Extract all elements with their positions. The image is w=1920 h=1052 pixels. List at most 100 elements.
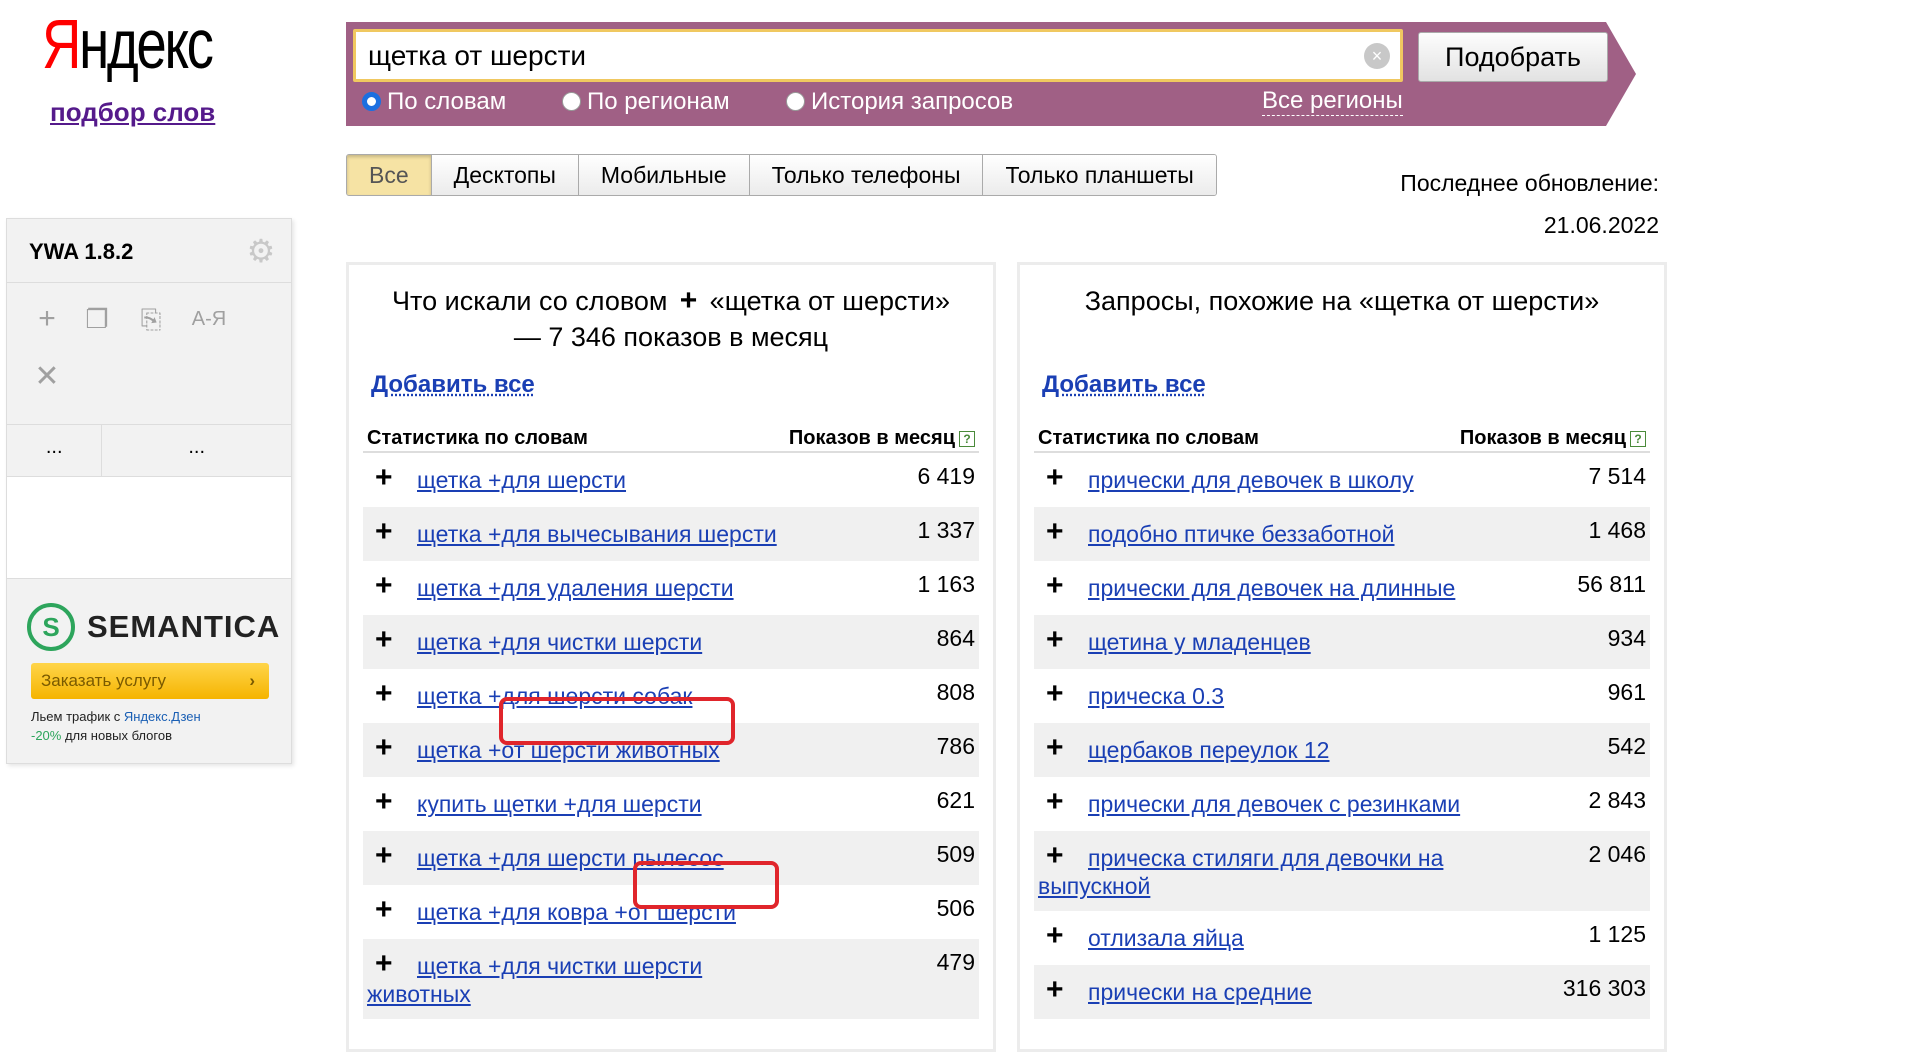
left-table-header: Статистика по словам Показов в месяц? (363, 419, 979, 453)
promo-note: Льем трафик с Яндекс.Дзен -20% для новых… (31, 709, 201, 743)
table-row: + купить щетки +для шерсти 621 (363, 777, 979, 831)
device-tabs: Все Десктопы Мобильные Только телефоны Т… (346, 154, 1217, 196)
phrase-link[interactable]: прически для девочек в школу (1038, 466, 1468, 494)
add-phrase-icon[interactable]: + (375, 841, 393, 871)
table-row: + щетка +для вычесывания шерсти 1 337 (363, 507, 979, 561)
add-phrase-icon[interactable]: + (1046, 841, 1064, 871)
phrase-link[interactable]: прическа стиляги для девочки на выпускно… (1038, 844, 1468, 900)
impressions-count: 808 (936, 679, 975, 705)
phrase-link[interactable]: прически на средние (1038, 978, 1468, 1006)
add-phrase-icon[interactable]: + (1046, 463, 1064, 493)
add-phrase-icon[interactable]: + (375, 517, 393, 547)
impressions-count: 506 (936, 895, 975, 921)
help-icon[interactable]: ? (959, 431, 975, 447)
add-icon[interactable]: + (29, 301, 65, 337)
phrase-link[interactable]: щетина у младенцев (1038, 628, 1468, 656)
radio-off-icon (786, 92, 805, 111)
phrase-link[interactable]: щетка +для вычесывания шерсти (367, 520, 797, 548)
ywa-panel: YWA 1.8.2 ⚙ + ❐ ⎘ A-Я ✕ ... ... S SEMANT… (6, 218, 292, 764)
add-phrase-icon[interactable]: + (375, 787, 393, 817)
semantica-brand: SEMANTICA (87, 609, 281, 644)
help-icon[interactable]: ? (1630, 431, 1646, 447)
table-row: + прически для девочек в школу 7 514 (1034, 453, 1650, 507)
impressions-count: 316 303 (1562, 975, 1646, 1001)
impressions-count: 864 (936, 625, 975, 651)
wordstat-link[interactable]: подбор слов (50, 97, 215, 128)
impressions-count: 934 (1607, 625, 1646, 651)
tab-desktops[interactable]: Десктопы (431, 155, 579, 195)
clear-icon[interactable]: × (1364, 43, 1390, 69)
table-row: + щетка +для шерсти 6 419 (363, 453, 979, 507)
radio-by-regions[interactable]: По регионам (562, 88, 730, 116)
tab-mobile[interactable]: Мобильные (578, 155, 750, 195)
ywa-word-list (7, 477, 291, 579)
highlight-annotation (499, 697, 735, 745)
export-icon[interactable]: ⎘ (133, 301, 169, 337)
phrase-link[interactable]: прически для девочек на длинные (1038, 574, 1468, 602)
table-row: + прическа 0.3 961 (1034, 669, 1650, 723)
impressions-count: 479 (936, 949, 975, 975)
sort-az-icon[interactable]: A-Я (185, 301, 233, 337)
impressions-count: 961 (1607, 679, 1646, 705)
copy-icon[interactable]: ❐ (79, 301, 115, 337)
phrase-link[interactable]: отлизала яйца (1038, 924, 1468, 952)
gear-icon[interactable]: ⚙ (245, 235, 277, 267)
phrase-link[interactable]: щербаков переулок 12 (1038, 736, 1468, 764)
impressions-count: 2 843 (1588, 787, 1646, 813)
right-add-all-link[interactable]: Добавить все (1042, 371, 1664, 399)
phrase-link[interactable]: купить щетки +для шерсти (367, 790, 797, 818)
chevron-right-icon: › (249, 671, 255, 690)
ywa-col-1[interactable]: ... (7, 425, 103, 476)
table-row: + прически для девочек на длинные 56 811 (1034, 561, 1650, 615)
submit-button[interactable]: Подобрать (1418, 32, 1608, 82)
close-icon[interactable]: ✕ (29, 359, 65, 395)
add-phrase-icon[interactable]: + (1046, 975, 1064, 1005)
order-service-button[interactable]: Заказать услугу › (31, 663, 269, 699)
add-phrase-icon[interactable]: + (1046, 733, 1064, 763)
tab-phones[interactable]: Только телефоны (749, 155, 984, 195)
add-phrase-icon[interactable]: + (375, 625, 393, 655)
add-phrase-icon[interactable]: + (1046, 679, 1064, 709)
phrase-link[interactable]: щетка +для чистки шерсти животных (367, 952, 797, 1008)
tab-all[interactable]: Все (347, 155, 432, 195)
table-row: + прически для девочек с резинками 2 843 (1034, 777, 1650, 831)
add-phrase-icon[interactable]: + (1046, 517, 1064, 547)
add-phrase-icon[interactable]: + (375, 949, 393, 979)
add-phrase-icon[interactable]: + (375, 679, 393, 709)
impressions-count: 1 125 (1588, 921, 1646, 947)
right-table-body: + прически для девочек в школу 7 514 + подоб… (1020, 453, 1664, 1019)
phrase-link[interactable]: щетка +для удаления шерсти (367, 574, 797, 602)
right-table-header: Статистика по словам Показов в месяц? (1034, 419, 1650, 453)
highlight-annotation (633, 861, 779, 909)
add-phrase-icon[interactable]: + (1046, 571, 1064, 601)
add-phrase-icon[interactable]: + (375, 571, 393, 601)
impressions-count: 1 337 (917, 517, 975, 543)
add-phrase-icon[interactable]: + (375, 733, 393, 763)
right-panel-title: Запросы, похожие на «щетка от шерсти» (1084, 286, 1600, 316)
add-phrase-icon[interactable]: + (1046, 625, 1064, 655)
tab-tablets[interactable]: Только планшеты (983, 155, 1216, 195)
ywa-col-2[interactable]: ... (102, 425, 291, 476)
phrase-link[interactable]: прически для девочек с резинками (1038, 790, 1468, 818)
table-row: + щербаков переулок 12 542 (1034, 723, 1650, 777)
add-phrase-icon[interactable]: + (375, 895, 393, 925)
all-regions-link[interactable]: Все регионы (1262, 87, 1403, 116)
yandex-logo[interactable]: Яндекс (42, 4, 214, 84)
phrase-link[interactable]: щетка +для чистки шерсти (367, 628, 797, 656)
phrase-link[interactable]: прическа 0.3 (1038, 682, 1468, 710)
phrase-link[interactable]: щетка +для шерсти (367, 466, 797, 494)
add-phrase-icon[interactable]: + (1046, 921, 1064, 951)
radio-off-icon (562, 92, 581, 111)
search-field: × (353, 29, 1403, 82)
search-input[interactable] (366, 38, 1346, 74)
semantica-promo[interactable]: S SEMANTICA Заказать услугу › Льем трафик… (7, 579, 291, 759)
impressions-count: 1 468 (1588, 517, 1646, 543)
radio-history[interactable]: История запросов (786, 88, 1013, 116)
table-row: + щетина у младенцев 934 (1034, 615, 1650, 669)
left-add-all-link[interactable]: Добавить все (371, 371, 993, 399)
add-phrase-icon[interactable]: + (375, 463, 393, 493)
phrase-link[interactable]: подобно птичке беззаботной (1038, 520, 1468, 548)
add-phrase-icon[interactable]: + (1046, 787, 1064, 817)
impressions-count: 6 419 (917, 463, 975, 489)
radio-by-words[interactable]: По словам (362, 88, 506, 116)
